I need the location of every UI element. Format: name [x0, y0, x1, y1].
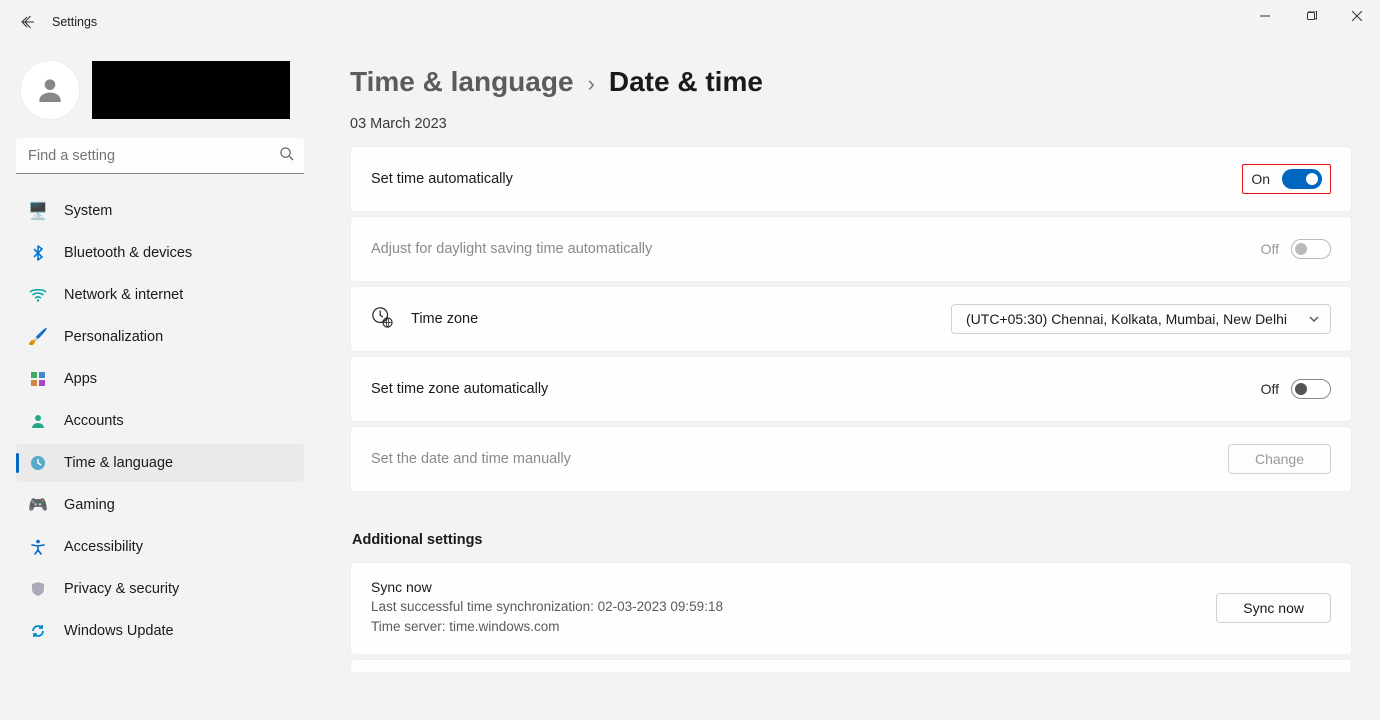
breadcrumb-parent[interactable]: Time & language	[350, 66, 574, 98]
sidebar-item-windows-update[interactable]: Windows Update	[16, 612, 304, 650]
sidebar-item-label: Time & language	[64, 455, 173, 471]
sidebar-item-privacy[interactable]: Privacy & security	[16, 570, 304, 608]
row-set-time-automatically: Set time automatically On	[350, 146, 1352, 212]
row-label: Set time zone automatically	[371, 381, 548, 397]
sidebar-item-label: Personalization	[64, 329, 163, 345]
timezone-icon	[371, 306, 393, 333]
accounts-icon	[28, 411, 48, 431]
clock-icon	[28, 453, 48, 473]
back-button[interactable]	[14, 8, 42, 36]
sidebar-item-bluetooth[interactable]: Bluetooth & devices	[16, 234, 304, 272]
sync-server: Time server: time.windows.com	[371, 617, 723, 637]
close-button[interactable]	[1334, 0, 1380, 32]
toggle-auto-timezone[interactable]	[1291, 379, 1331, 399]
toggle-dst	[1291, 239, 1331, 259]
row-label: Adjust for daylight saving time automati…	[371, 241, 652, 257]
timezone-value: (UTC+05:30) Chennai, Kolkata, Mumbai, Ne…	[966, 311, 1287, 327]
bluetooth-icon	[28, 243, 48, 263]
sidebar-nav: 🖥️ System Bluetooth & devices Network & i…	[16, 192, 304, 650]
sidebar-item-system[interactable]: 🖥️ System	[16, 192, 304, 230]
toggle-auto-tz-wrap: Off	[1261, 379, 1331, 399]
sidebar-item-apps[interactable]: Apps	[16, 360, 304, 398]
brush-icon: 🖌️	[28, 327, 48, 347]
search-icon	[279, 146, 294, 166]
row-auto-timezone: Set time zone automatically Off	[350, 356, 1352, 422]
avatar	[20, 60, 80, 120]
row-dst: Adjust for daylight saving time automati…	[350, 216, 1352, 282]
sidebar-item-label: Accounts	[64, 413, 124, 429]
accessibility-icon	[28, 537, 48, 557]
minimize-icon	[1260, 11, 1270, 21]
gaming-icon: 🎮	[28, 495, 48, 515]
row-sync-now: Sync now Last successful time synchroniz…	[350, 562, 1352, 655]
main-content: Time & language › Date & time 03 March 2…	[320, 44, 1380, 720]
sidebar-item-label: Accessibility	[64, 539, 143, 555]
breadcrumb: Time & language › Date & time	[350, 66, 1352, 98]
breadcrumb-current: Date & time	[609, 66, 763, 98]
row-manual-time: Set the date and time manually Change	[350, 426, 1352, 492]
sync-title: Sync now	[371, 579, 723, 595]
search-box[interactable]	[16, 138, 304, 174]
search-input[interactable]	[16, 138, 304, 174]
sidebar-item-label: Gaming	[64, 497, 115, 513]
system-icon: 🖥️	[28, 201, 48, 221]
toggle-dst-wrap: Off	[1261, 239, 1331, 259]
toggle-state-label: On	[1251, 171, 1270, 187]
profile-block[interactable]	[16, 60, 304, 120]
toggle-auto-time[interactable]	[1282, 169, 1322, 189]
close-icon	[1352, 11, 1362, 21]
sidebar-item-label: Bluetooth & devices	[64, 245, 192, 261]
sidebar-item-label: Network & internet	[64, 287, 183, 303]
toggle-auto-time-highlight: On	[1242, 164, 1331, 194]
sidebar-item-label: Apps	[64, 371, 97, 387]
sidebar-item-label: System	[64, 203, 112, 219]
timezone-select[interactable]: (UTC+05:30) Chennai, Kolkata, Mumbai, Ne…	[951, 304, 1331, 334]
sync-info: Sync now Last successful time synchroniz…	[371, 579, 723, 638]
sidebar-item-personalization[interactable]: 🖌️ Personalization	[16, 318, 304, 356]
sidebar: 🖥️ System Bluetooth & devices Network & i…	[0, 44, 320, 720]
sync-last: Last successful time synchronization: 02…	[371, 597, 723, 617]
row-label: Time zone	[411, 311, 478, 327]
titlebar: Settings	[0, 0, 1380, 44]
maximize-icon	[1306, 11, 1317, 22]
sidebar-item-network[interactable]: Network & internet	[16, 276, 304, 314]
current-date: 03 March 2023	[350, 116, 1352, 132]
row-timezone: Time zone (UTC+05:30) Chennai, Kolkata, …	[350, 286, 1352, 352]
toggle-state-label: Off	[1261, 241, 1279, 257]
apps-icon	[28, 369, 48, 389]
chevron-down-icon	[1308, 313, 1320, 325]
minimize-button[interactable]	[1242, 0, 1288, 32]
sidebar-item-accounts[interactable]: Accounts	[16, 402, 304, 440]
toggle-state-label: Off	[1261, 381, 1279, 397]
avatar-icon	[34, 74, 66, 106]
sync-now-button[interactable]: Sync now	[1216, 593, 1331, 623]
update-icon	[28, 621, 48, 641]
arrow-left-icon	[20, 14, 36, 30]
sidebar-item-accessibility[interactable]: Accessibility	[16, 528, 304, 566]
row-label: Set the date and time manually	[371, 451, 571, 467]
change-button: Change	[1228, 444, 1331, 474]
shield-icon	[28, 579, 48, 599]
chevron-right-icon: ›	[588, 71, 595, 97]
sidebar-item-gaming[interactable]: 🎮 Gaming	[16, 486, 304, 524]
row-truncated	[350, 659, 1352, 673]
maximize-button[interactable]	[1288, 0, 1334, 32]
sidebar-item-label: Privacy & security	[64, 581, 179, 597]
section-additional-heading: Additional settings	[352, 532, 1352, 548]
window-controls	[1242, 0, 1380, 32]
profile-name-redacted	[92, 61, 290, 119]
row-label: Set time automatically	[371, 171, 513, 187]
window-title: Settings	[52, 15, 97, 29]
wifi-icon	[28, 285, 48, 305]
sidebar-item-label: Windows Update	[64, 623, 174, 639]
sidebar-item-time-language[interactable]: Time & language	[16, 444, 304, 482]
